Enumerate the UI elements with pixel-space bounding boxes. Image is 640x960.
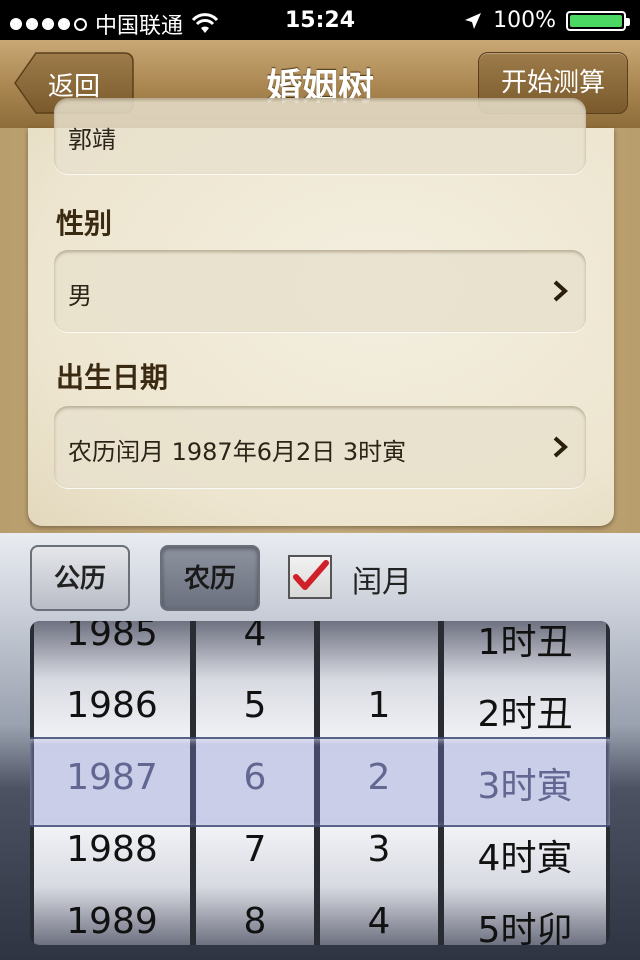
year-row: 1989 [66,901,158,942]
battery-icon [566,10,630,31]
solar-calendar-button[interactable]: 公历 [30,545,130,611]
hour-row: 5时卯 [477,910,573,945]
date-picker-panel: 公历 农历 闰月 1985 1986 1987 1988 1989 4 5 6 … [0,533,640,960]
month-row: 4 [243,621,267,654]
month-row: 8 [243,901,267,942]
name-field[interactable]: 郭靖 [54,98,586,174]
day-row: 1 [367,685,391,726]
name-value: 郭靖 [68,126,116,154]
picker-selection-indicator [30,737,610,827]
lunar-calendar-button[interactable]: 农历 [160,545,260,611]
gender-value: 男 [68,282,92,310]
day-row: 4 [367,901,391,942]
picker-wheels: 1985 1986 1987 1988 1989 4 5 6 7 8 1 2 3… [30,621,610,945]
birth-date-field[interactable]: 农历闰月 1987年6月2日 3时寅 [54,406,586,488]
year-row: 1986 [66,685,158,726]
leap-month-checkbox[interactable] [288,555,332,599]
hour-row: 4时寅 [477,838,573,879]
gender-field[interactable]: 男 [54,250,586,332]
day-row: 3 [367,829,391,870]
battery-percent: 100% [493,8,556,33]
hour-row: 2时丑 [477,694,573,735]
location-arrow-icon [465,12,482,29]
birth-date-label: 出生日期 [56,361,169,394]
gender-label: 性别 [56,207,113,240]
birth-date-value: 农历闰月 1987年6月2日 3时寅 [68,438,407,466]
status-bar: 中国联通 15:24 100% [0,0,640,40]
month-row: 5 [243,685,267,726]
month-row: 7 [243,829,267,870]
leap-month-label: 闰月 [352,565,412,600]
checkmark-icon [293,560,329,590]
year-row: 1985 [66,621,158,654]
year-row: 1988 [66,829,158,870]
form-panel: 郭靖 性别 男 出生日期 农历闰月 1987年6月2日 3时寅 [28,98,614,526]
chevron-right-icon [553,436,568,458]
hour-row: 1时丑 [477,622,573,663]
chevron-right-icon [553,280,568,302]
